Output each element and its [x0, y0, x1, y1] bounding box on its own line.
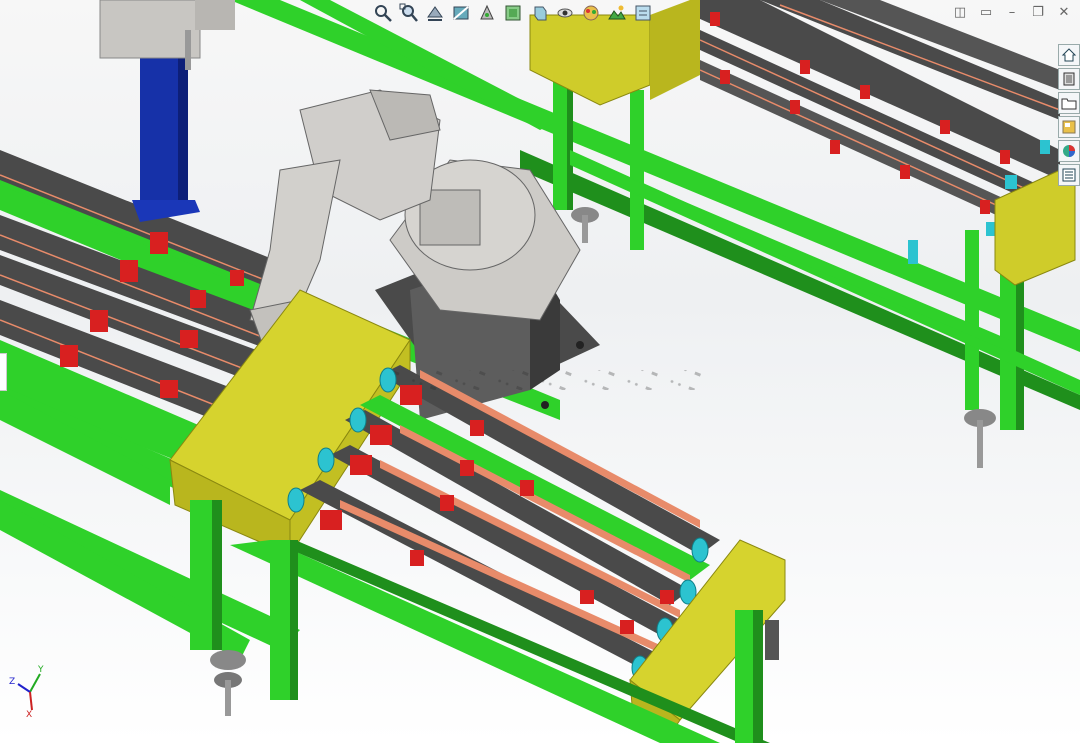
hide-show-items-icon[interactable] [554, 2, 576, 24]
file-explorer-icon[interactable] [1058, 92, 1080, 114]
appearances-icon[interactable] [1058, 140, 1080, 162]
custom-properties-icon[interactable] [1058, 164, 1080, 186]
graphics-area[interactable]: ◫ ▭ – ❐ ✕ Y Z X [0, 0, 1080, 743]
zoom-to-fit-icon[interactable] [372, 2, 394, 24]
home-icon[interactable] [1058, 44, 1080, 66]
section-view-icon[interactable] [450, 2, 472, 24]
view-settings-icon[interactable] [632, 2, 654, 24]
dynamic-annotation-icon[interactable] [476, 2, 498, 24]
heads-up-view-toolbar [372, 2, 654, 24]
triad-x-label: X [26, 710, 32, 718]
triad-y-label: Y [37, 665, 44, 675]
previous-view-icon[interactable] [424, 2, 446, 24]
triad-x-axis [29, 691, 33, 711]
window-controls: ◫ ▭ – ❐ ✕ [950, 3, 1074, 21]
task-pane-tabs [1058, 44, 1080, 186]
feature-manager-collapse-handle[interactable] [0, 353, 7, 391]
reference-triad: Y Z X [9, 665, 44, 718]
triad-z-axis [17, 683, 31, 693]
triad-z-label: Z [9, 677, 15, 687]
apply-scene-icon[interactable] [606, 2, 628, 24]
cad-model-view[interactable] [0, 0, 1080, 743]
minimize-button[interactable]: – [1002, 3, 1022, 21]
view-orientation-icon[interactable] [502, 2, 524, 24]
blue-pedestal [99, 0, 235, 222]
display-style-icon[interactable] [528, 2, 550, 24]
edit-appearance-icon[interactable] [580, 2, 602, 24]
restore-button[interactable]: ❐ [1028, 3, 1048, 21]
close-button[interactable]: ✕ [1054, 3, 1074, 21]
single-view-button[interactable]: ▭ [976, 3, 996, 21]
triad-y-axis [29, 673, 41, 693]
zoom-to-area-icon[interactable] [398, 2, 420, 24]
tile-view-button[interactable]: ◫ [950, 3, 970, 21]
design-library-icon[interactable] [1058, 68, 1080, 90]
view-palette-icon[interactable] [1058, 116, 1080, 138]
